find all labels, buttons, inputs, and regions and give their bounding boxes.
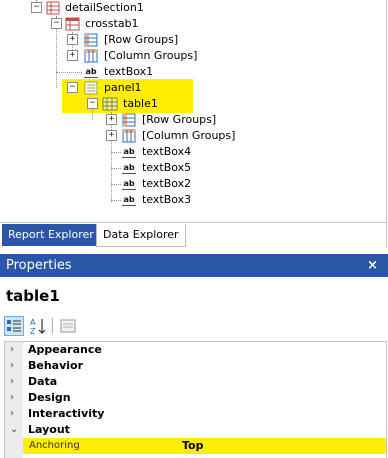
tree-node-textbox5[interactable]: ab textBox5 [0, 160, 300, 176]
properties-title: Properties [6, 258, 72, 273]
collapse-toggle[interactable]: − [87, 98, 98, 109]
textbox-icon: ab [84, 66, 98, 78]
tree-label: crosstab1 [85, 17, 139, 30]
tree-label: panel1 [104, 81, 142, 94]
collapse-toggle[interactable]: − [67, 82, 78, 93]
property-grid[interactable]: › Appearance › Behavior › Data › Design … [4, 341, 387, 458]
tree-node-table-row-groups[interactable]: + [Row Groups] [0, 112, 300, 128]
category-data[interactable]: › Data [5, 374, 386, 390]
collapse-arrow-icon[interactable]: ⌄ [10, 422, 18, 438]
categorized-icon [7, 320, 21, 332]
tree-node-table1[interactable]: − table1 [0, 96, 300, 112]
category-label: Layout [28, 423, 70, 436]
expand-toggle[interactable]: + [67, 34, 78, 45]
textbox-icon: ab [122, 146, 136, 158]
tree-node-textbox4[interactable]: ab textBox4 [0, 144, 300, 160]
category-interactivity[interactable]: › Interactivity [5, 406, 386, 422]
tree-node-detailsection1[interactable]: − detailSection1 [0, 0, 300, 16]
category-behavior[interactable]: › Behavior [5, 358, 386, 374]
textbox-icon: ab [122, 194, 136, 206]
textbox-icon: ab [122, 162, 136, 174]
collapse-toggle[interactable]: − [31, 2, 42, 13]
tree-label: [Column Groups] [142, 129, 236, 142]
tree-node-textbox2[interactable]: ab textBox2 [0, 176, 300, 192]
category-design[interactable]: › Design [5, 390, 386, 406]
category-layout[interactable]: ⌄ Layout [5, 422, 386, 438]
property-row-anchoring[interactable]: Anchoring Top [23, 438, 386, 454]
category-label: Appearance [28, 343, 102, 356]
collapse-toggle[interactable]: − [51, 18, 62, 29]
tree-node-crosstab1[interactable]: − crosstab1 [0, 16, 300, 32]
close-icon[interactable]: × [367, 254, 378, 277]
tab-report-explorer[interactable]: Report Explorer [2, 224, 100, 246]
expand-toggle[interactable]: + [106, 114, 117, 125]
expand-arrow-icon[interactable]: › [10, 406, 14, 422]
property-value[interactable]: Top [182, 438, 203, 454]
tree-node-textbox1[interactable]: ab textBox1 [0, 64, 300, 80]
sort-az-icon: A Z [30, 318, 46, 336]
tree-node-crosstab-column-groups[interactable]: + [Column Groups] [0, 48, 300, 64]
explorer-tab-strip: Report Explorer Data Explorer [0, 222, 387, 247]
tree-node-panel1[interactable]: − panel1 [0, 80, 300, 96]
tree-label: textBox1 [104, 65, 154, 78]
categorized-view-button[interactable] [4, 316, 24, 336]
property-name: Anchoring [29, 440, 80, 451]
tree-node-table-column-groups[interactable]: + [Column Groups] [0, 128, 300, 144]
tree-label: textBox2 [142, 177, 192, 190]
textbox-icon: ab [122, 178, 136, 190]
category-label: Data [28, 375, 58, 388]
tree-node-crosstab-row-groups[interactable]: + [Row Groups] [0, 32, 300, 48]
category-label: Interactivity [28, 407, 105, 420]
tab-data-explorer[interactable]: Data Explorer [96, 224, 186, 247]
properties-toolbar: A Z [4, 316, 384, 336]
tree-label: textBox4 [142, 145, 192, 158]
tree-label: detailSection1 [65, 1, 144, 14]
expand-arrow-icon[interactable]: › [10, 390, 14, 406]
tree-label: [Row Groups] [142, 113, 217, 126]
expand-arrow-icon[interactable]: › [10, 358, 14, 374]
category-label: Behavior [28, 359, 84, 372]
category-appearance[interactable]: › Appearance [5, 342, 386, 358]
tree-label: table1 [123, 97, 158, 110]
tree-label: [Column Groups] [104, 49, 198, 62]
property-pages-icon [60, 319, 76, 333]
selected-object-name: table1 [6, 287, 60, 305]
expand-toggle[interactable]: + [67, 50, 78, 61]
svg-text:Z: Z [30, 327, 36, 336]
report-explorer-tree[interactable]: − detailSection1 − crosstab1 + [Row Grou… [0, 0, 387, 222]
expand-toggle[interactable]: + [106, 130, 117, 141]
tree-label: textBox3 [142, 193, 192, 206]
expand-arrow-icon[interactable]: › [10, 374, 14, 390]
properties-header: Properties × [0, 254, 388, 277]
tree-label: textBox5 [142, 161, 192, 174]
tree-node-textbox3[interactable]: ab textBox3 [0, 192, 300, 208]
alphabetical-view-button[interactable]: A Z [28, 316, 48, 336]
expand-arrow-icon[interactable]: › [10, 342, 14, 358]
toolbar-separator [52, 318, 53, 334]
property-pages-button[interactable] [58, 316, 78, 336]
tree-label: [Row Groups] [104, 33, 179, 46]
svg-text:A: A [30, 318, 36, 327]
category-label: Design [28, 391, 71, 404]
